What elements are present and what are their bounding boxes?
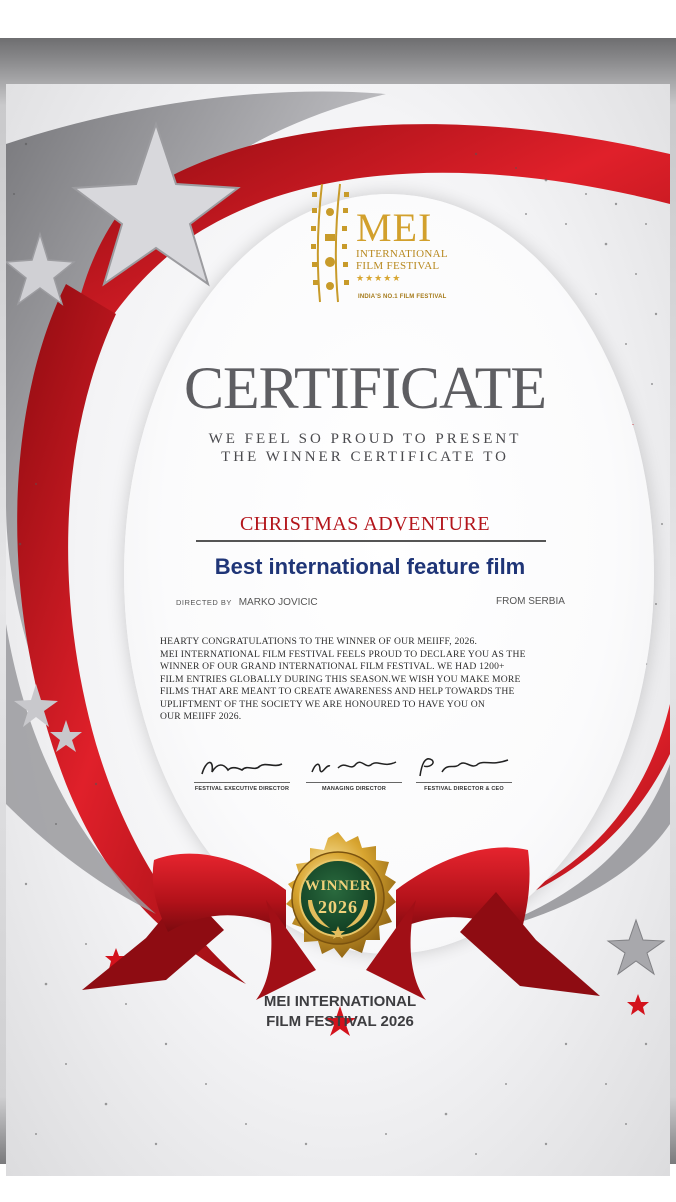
body-line: HEARTY CONGRATULATIONS TO THE WINNER OF … (160, 636, 478, 647)
seal-year-text: 2026 (318, 897, 358, 917)
signature-label: FESTIVAL DIRECTOR & CEO (424, 786, 504, 792)
directed-by-label: DIRECTED BY (176, 598, 232, 607)
director-line: DIRECTED BY MARKO JOVICIC (176, 597, 318, 608)
body-line: FILMS THAT ARE MEANT TO CREATE AWARENESS… (160, 686, 515, 697)
handwritten-signature-1 (201, 761, 283, 775)
logo-mei: MEI (356, 205, 433, 250)
seal-winner-text: WINNER (304, 878, 372, 894)
film-strip-icon (311, 183, 349, 303)
director-name: MARKO JOVICIC (238, 597, 318, 608)
logo-line-1: INTERNATIONAL (356, 248, 448, 260)
festival-footer-line-1: MEI INTERNATIONAL (263, 993, 417, 1010)
body-line: OUR MEIIFF 2026. (160, 711, 242, 722)
body-line: UPLIFTMENT OF THE SOCIETY WE ARE HONOURE… (160, 698, 485, 710)
award-category: Best international feature film (214, 554, 526, 579)
festival-footer-line-2: FILM FESTIVAL 2026 (266, 1013, 414, 1030)
signature-label: FESTIVAL EXECUTIVE DIRECTOR (194, 786, 290, 792)
logo-tagline: INDIA'S NO.1 FILM FESTIVAL (358, 294, 447, 300)
winner-seal: WINNER 2026 (268, 830, 408, 970)
signature-festival-director: FESTIVAL DIRECTOR & CEO (412, 752, 516, 792)
congratulations-text: HEARTY CONGRATULATIONS TO THE WINNER OF … (160, 636, 600, 724)
presentation-text: WE FEEL SO PROUD TO PRESENT THE WINNER C… (150, 430, 580, 466)
silver-star-right (606, 918, 666, 976)
red-star-4 (627, 994, 649, 1015)
signature-managing-director: MANAGING DIRECTOR (302, 752, 406, 792)
body-line: FILM ENTRIES GLOBALLY DURING THIS SEASON… (160, 673, 521, 685)
title-divider (196, 540, 546, 542)
presentation-line-1: WE FEEL SO PROUD TO PRESENT (208, 431, 522, 447)
certificate-title: CERTIFICATE (183, 355, 547, 421)
body-line: MEI INTERNATIONAL FILM FESTIVAL FEELS PR… (160, 648, 526, 660)
logo-stars: ★★★★★ (356, 273, 402, 283)
festival-footer: MEI INTERNATIONAL FILM FESTIVAL 2026 (210, 992, 470, 1032)
handwritten-signature-3 (419, 758, 509, 777)
logo-line-2: FILM FESTIVAL (356, 260, 440, 272)
body-line: WINNER OF OUR GRAND INTERNATIONAL FILM F… (160, 661, 505, 672)
signature-block: FESTIVAL EXECUTIVE DIRECTOR MANAGING DIR… (190, 752, 530, 802)
presentation-line-2: THE WINNER CERTIFICATE TO (221, 449, 509, 465)
signature-executive-director: FESTIVAL EXECUTIVE DIRECTOR (190, 752, 294, 792)
signature-label: MANAGING DIRECTOR (321, 786, 387, 792)
handwritten-signature-2 (311, 761, 397, 773)
country-of-origin: FROM SERBIA (496, 596, 565, 607)
film-title: CHRISTMAS ADVENTURE (239, 513, 491, 535)
festival-logo: MEI INTERNATIONAL FILM FESTIVAL ★★★★★ IN… (300, 178, 460, 308)
